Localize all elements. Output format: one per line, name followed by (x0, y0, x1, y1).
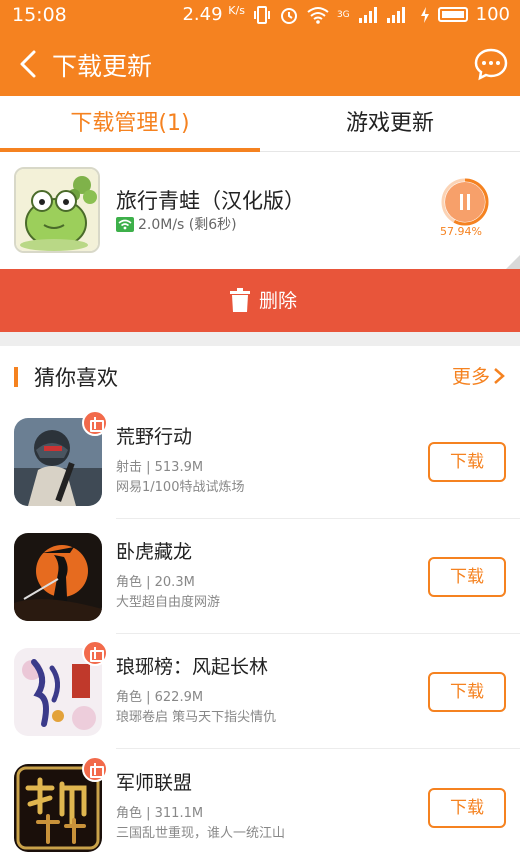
game-name: 琅琊榜：风起长林 (116, 656, 269, 678)
more-link[interactable]: 更多 (452, 362, 506, 389)
status-icons: 2.49 K/s 3G 100 (182, 4, 510, 25)
tab-bar: 下载管理(1) 游戏更新 (0, 96, 520, 152)
game-name: 军师联盟 (116, 772, 193, 794)
frog-game-icon (14, 167, 100, 253)
row-divider (116, 518, 520, 519)
delete-content: 删除 (229, 286, 297, 313)
chevron-right-icon (494, 367, 505, 384)
row-divider (116, 633, 520, 634)
alarm-icon (280, 7, 297, 24)
trash-icon (230, 287, 250, 312)
game-meta: 射击 | 513.9M (116, 460, 204, 475)
network-type: 3G (336, 9, 350, 20)
battery-icon (437, 7, 468, 22)
wifi-badge-icon (116, 216, 134, 232)
download-percent: 57.94% (440, 225, 482, 238)
download-speed: 2.0M/s (剩6秒) (116, 214, 237, 234)
game-name: 荒野行动 (116, 426, 193, 448)
game-item[interactable]: 琅琊榜：风起长林 角色 | 622.9M 琅琊卷启 策马天下指尖情仇 下载 (0, 640, 520, 763)
message-bubble-icon[interactable] (474, 47, 508, 81)
download-progress-ring (441, 178, 489, 226)
download-name: 旅行青蛙（汉化版） (116, 189, 305, 213)
delete-label: 删除 (259, 290, 298, 312)
navigation-bar: 下载更新 (0, 32, 520, 96)
download-speed-text: 2.0M/s (剩6秒) (138, 217, 237, 233)
battery-level: 100 (475, 4, 510, 25)
download-button[interactable]: 下载 (428, 788, 506, 828)
gift-badge-icon (82, 640, 108, 666)
corner-fold (506, 255, 520, 269)
network-speed: 2.49 K/s (182, 4, 244, 25)
game-name: 卧虎藏龙 (116, 541, 193, 563)
network-speed-value: 2.49 (182, 4, 223, 25)
wifi-icon (307, 6, 329, 24)
app-header: 15:08 2.49 K/s 3G 100 下载更新 (0, 0, 520, 96)
game-desc: 网易1/100特战试炼场 (116, 480, 245, 495)
signal-2-icon (386, 6, 405, 23)
signal-icon (358, 6, 377, 23)
back-arrow-icon[interactable] (14, 46, 44, 82)
game-meta: 角色 | 622.9M (116, 690, 204, 705)
game-item[interactable]: 卧虎藏龙 角色 | 20.3M 大型超自由度网游 下载 (0, 533, 520, 648)
section-divider (0, 332, 520, 346)
tab-download-manager[interactable]: 下载管理(1) (0, 96, 260, 152)
game-item[interactable]: 军师联盟 角色 | 311.1M 三国乱世重现，谁人一统江山 下载 (0, 756, 520, 857)
download-button[interactable]: 下载 (428, 442, 506, 482)
game-meta: 角色 | 20.3M (116, 575, 195, 590)
row-divider (116, 748, 520, 749)
recommend-section-header: 猜你喜欢 更多 (0, 346, 520, 406)
tab-game-updates[interactable]: 游戏更新 (260, 96, 520, 152)
game-desc: 三国乱世重现，谁人一统江山 (116, 826, 286, 841)
download-button[interactable]: 下载 (428, 557, 506, 597)
gift-badge-icon (82, 410, 108, 436)
network-speed-unit: K/s (228, 4, 245, 17)
delete-button[interactable]: 删除 (0, 269, 520, 332)
game-icon (14, 533, 102, 621)
section-title: 猜你喜欢 (34, 366, 118, 390)
game-item[interactable]: 荒野行动 射击 | 513.9M 网易1/100特战试炼场 下载 (0, 410, 520, 533)
game-desc: 琅琊卷启 策马天下指尖情仇 (116, 710, 277, 725)
download-item[interactable]: 旅行青蛙（汉化版） 2.0M/s (剩6秒) 57.94% (0, 152, 520, 269)
charging-icon (420, 6, 429, 23)
page-title: 下载更新 (52, 52, 153, 81)
status-time: 15:08 (12, 4, 67, 26)
game-desc: 大型超自由度网游 (116, 595, 221, 610)
status-bar: 15:08 2.49 K/s 3G 100 (0, 0, 520, 32)
section-accent-bar (14, 367, 18, 387)
gift-badge-icon (82, 756, 108, 782)
more-label: 更多 (451, 366, 490, 388)
download-button[interactable]: 下载 (428, 672, 506, 712)
vibrate-icon (253, 5, 270, 24)
game-meta: 角色 | 311.1M (116, 806, 204, 821)
